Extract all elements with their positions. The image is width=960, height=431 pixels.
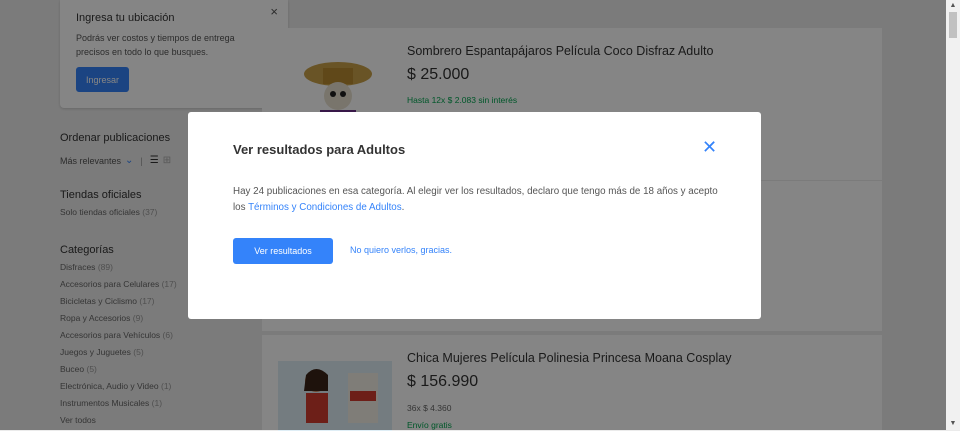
terms-link[interactable]: Términos y Condiciones de Adultos bbox=[248, 202, 402, 213]
scrollbar[interactable]: ▲ ▼ bbox=[946, 0, 960, 430]
decline-link[interactable]: No quiero verlos, gracias. bbox=[350, 245, 452, 255]
scrollbar-thumb[interactable] bbox=[949, 12, 957, 38]
adult-content-modal: Ver resultados para Adultos ✕ Hay 24 pub… bbox=[188, 112, 761, 319]
view-results-button[interactable]: Ver resultados bbox=[233, 238, 333, 264]
modal-title: Ver resultados para Adultos bbox=[233, 142, 406, 157]
scroll-up-icon[interactable]: ▲ bbox=[946, 0, 960, 12]
modal-text: Hay 24 publicaciones en esa categoría. A… bbox=[233, 184, 723, 216]
scroll-down-icon[interactable]: ▼ bbox=[946, 418, 960, 430]
close-icon[interactable]: ✕ bbox=[702, 137, 717, 158]
page: Ingresa tu ubicación × Podrás ver costos… bbox=[0, 0, 946, 431]
modal-text-after: . bbox=[401, 202, 405, 213]
